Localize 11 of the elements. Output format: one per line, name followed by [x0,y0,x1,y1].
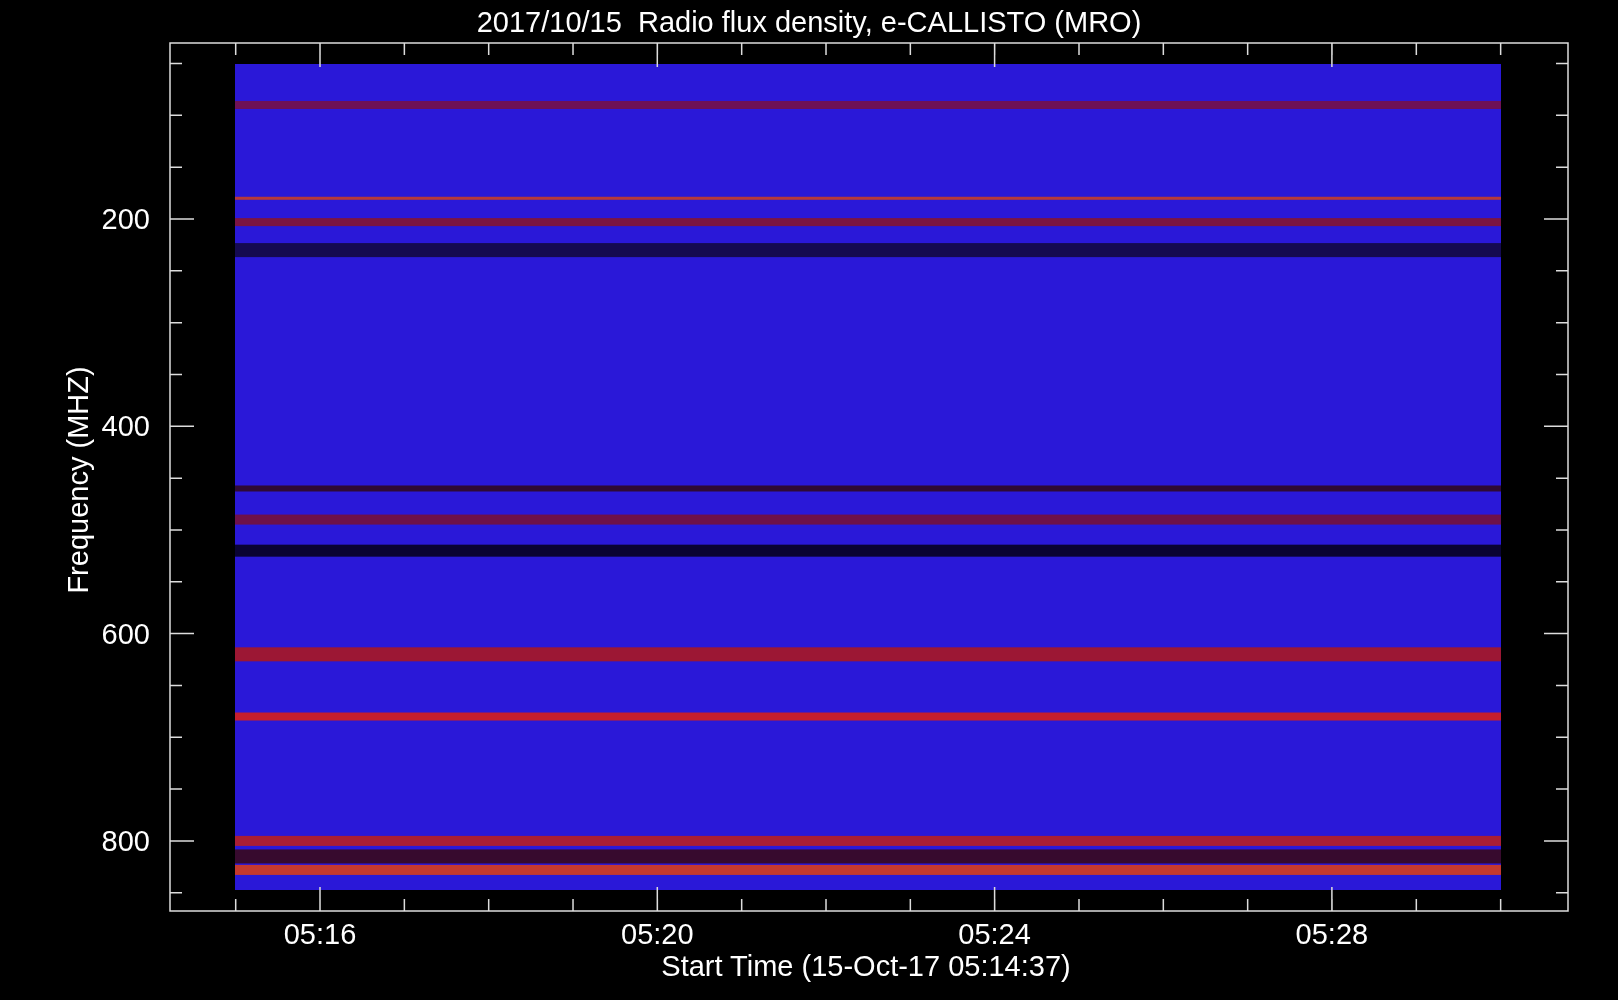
y-tick-label: 800 [101,824,150,857]
chart-title: 2017/10/15 Radio flux density, e-CALLISTO (MRO) [476,6,1142,38]
y-axis-label: Frequency (MHZ) [62,366,94,594]
x-tick-label: 05:28 [1295,918,1369,950]
x-tick-label: 05:24 [958,918,1031,950]
x-tick-label: 05:16 [283,918,357,950]
y-tick-label: 200 [101,203,150,235]
x-tick-label: 05:20 [621,918,694,950]
y-tick-label: 400 [101,410,150,443]
y-tick-label: 600 [101,617,150,650]
x-axis-label: Start Time (15-Oct-17 05:14:37) [661,950,1071,982]
